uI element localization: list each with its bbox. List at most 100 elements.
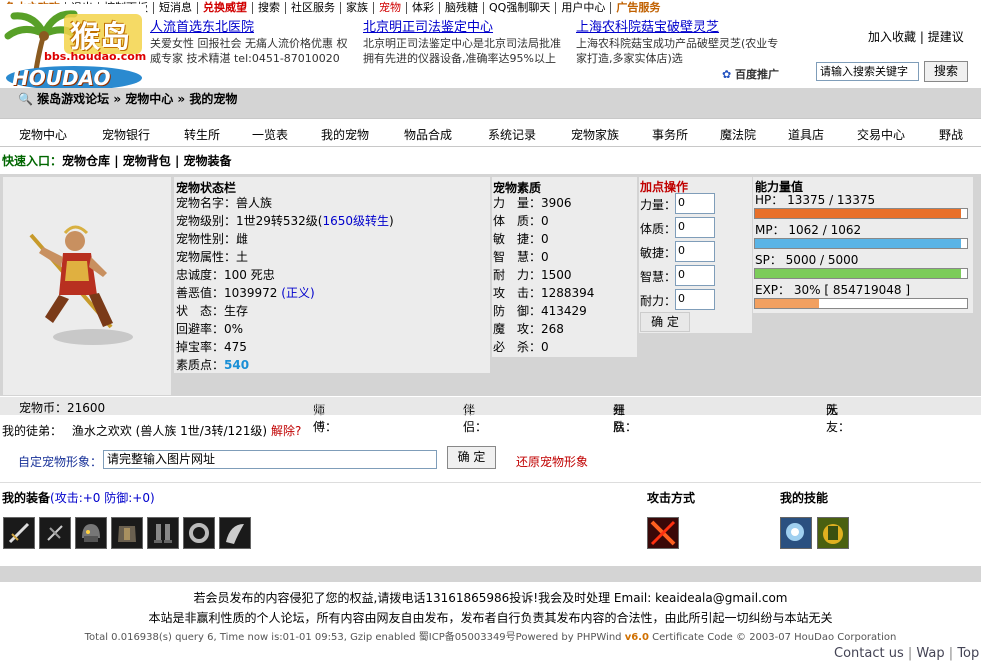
custom-image-label: 自定宠物形象： bbox=[18, 455, 103, 469]
custom-image-url-input[interactable]: 请完整输入图片网址 bbox=[103, 450, 437, 469]
sword-icon[interactable] bbox=[3, 517, 35, 549]
wap-link[interactable]: Wap bbox=[916, 646, 944, 661]
quick-equipment[interactable]: 宠物装备 bbox=[184, 154, 232, 168]
add-favorite-link[interactable]: 加入收藏 bbox=[868, 30, 916, 44]
menu-ad-service[interactable]: 广告服务 bbox=[610, 2, 665, 14]
add-strength-input[interactable]: 0 bbox=[675, 193, 715, 214]
quick-backpack[interactable]: 宠物背包 bbox=[123, 154, 171, 168]
status-karma: 善恶值：1039972 (正义) bbox=[176, 284, 315, 302]
add-endurance-label: 耐力： bbox=[640, 294, 677, 308]
karma-link[interactable]: (正义) bbox=[281, 286, 314, 300]
quality-strength: 力 量：3906 bbox=[493, 196, 572, 210]
pet-info-row: 宠物币：21600 师傅：无 伴侣：无 组队： 开启 队友：无 bbox=[0, 397, 981, 434]
ad-block-1[interactable]: 人流首选东北医院 关爱女性 回报社会 无痛人流价格优惠 权威专家 技术精湛 te… bbox=[150, 20, 355, 66]
custom-image-confirm-button[interactable]: 确 定 bbox=[447, 446, 496, 469]
quality-agility: 敏 捷：0 bbox=[493, 232, 549, 246]
quality-endurance: 耐 力：1500 bbox=[493, 268, 572, 282]
add-confirm-button[interactable]: 确 定 bbox=[640, 312, 690, 332]
ad-desc: 上海农科院菇宝成功产品破壁灵芝(农业专家打造,多家实体店)选 bbox=[576, 37, 779, 65]
add-wisdom-input[interactable]: 0 bbox=[675, 265, 715, 286]
breadcrumb-text[interactable]: 猴岛游戏论坛 » 宠物中心 » 我的宠物 bbox=[37, 92, 237, 106]
nav-pet-family[interactable]: 宠物家族 bbox=[571, 126, 619, 143]
buff-skill-icon[interactable] bbox=[817, 517, 849, 549]
nav-magic-hall[interactable]: 魔法院 bbox=[720, 126, 756, 143]
status-points: 素质点：540 bbox=[176, 356, 249, 374]
nav-my-pet[interactable]: 我的宠物 bbox=[321, 126, 369, 143]
ring-icon[interactable] bbox=[183, 517, 215, 549]
add-agility-input[interactable]: 0 bbox=[675, 241, 715, 262]
exp-bar bbox=[754, 298, 968, 309]
menu-search[interactable]: 搜索 bbox=[252, 2, 285, 14]
status-name: 宠物名字：兽人族 bbox=[176, 196, 273, 210]
sp-label: SP： 5000 / 5000 bbox=[755, 253, 859, 267]
footer-disclaimer: 本站是非赢利性质的个人论坛，所有内容由网友自由发布，发布者自行负责其发布内容的合… bbox=[148, 611, 833, 625]
rebirth-level-link[interactable]: 1650级转生 bbox=[323, 214, 390, 228]
menu-pet[interactable]: 宠物 bbox=[373, 2, 406, 14]
nav-synthesis[interactable]: 物品合成 bbox=[404, 126, 452, 143]
quick-warehouse[interactable]: 宠物仓库 bbox=[62, 154, 110, 168]
menu-candy[interactable]: 脑残糖 bbox=[439, 2, 483, 14]
menu-family[interactable]: 家族 bbox=[340, 2, 373, 14]
quality-physique: 体 质：0 bbox=[493, 214, 549, 228]
add-endurance-input[interactable]: 0 bbox=[675, 289, 715, 310]
helmet-icon[interactable] bbox=[75, 517, 107, 549]
ice-skill-icon[interactable] bbox=[780, 517, 812, 549]
baidu-promo[interactable]: ✿ 百度推广 bbox=[722, 66, 779, 82]
top-link[interactable]: Top bbox=[957, 646, 979, 661]
apprentice-row: 我的徒弟： 渔水之欢欢 (兽人族 1世/3转/121级) 解除? bbox=[2, 422, 301, 439]
hp-bar-fill bbox=[755, 209, 961, 218]
search-button[interactable]: 搜索 bbox=[924, 61, 968, 82]
nav-field-battle[interactable]: 野战 bbox=[939, 126, 963, 143]
equipment-header: 我的装备(攻击:+0 防御:+0) bbox=[2, 489, 155, 506]
ad-title[interactable]: 人流首选东北医院 bbox=[150, 20, 355, 36]
wing-icon[interactable] bbox=[219, 517, 251, 549]
mp-label: MP： 1062 / 1062 bbox=[755, 223, 862, 237]
menu-qq-chat[interactable]: QQ强制聊天 bbox=[483, 2, 555, 14]
points-value: 540 bbox=[224, 358, 250, 372]
mp-bar bbox=[754, 238, 968, 249]
menu-exchange[interactable]: 兑换威望 bbox=[197, 2, 252, 14]
add-wisdom-label: 智慧： bbox=[640, 270, 677, 284]
add-points-box: 加点操作 力量： 0 体质： 0 敏捷： 0 智慧： 0 耐力： 0 确 定 bbox=[639, 177, 752, 333]
suggest-link[interactable]: 提建议 bbox=[928, 30, 964, 44]
nav-trade-center[interactable]: 交易中心 bbox=[857, 126, 905, 143]
search-icon: 🔍 bbox=[18, 92, 33, 106]
nav-pet-bank[interactable]: 宠物银行 bbox=[102, 126, 150, 143]
add-physique-input[interactable]: 0 bbox=[675, 217, 715, 238]
search-input[interactable]: 请输入搜索关键字 bbox=[816, 62, 919, 81]
status-loyalty: 忠诚度：100 死忠 bbox=[176, 268, 275, 282]
nav-rebirth[interactable]: 转生所 bbox=[184, 126, 220, 143]
menu-lottery[interactable]: 体彩 bbox=[406, 2, 439, 14]
contact-us-link[interactable]: Contact us bbox=[834, 646, 904, 661]
status-level: 宠物级别：1世29转532级(1650级转生) bbox=[176, 212, 394, 230]
ad-title[interactable]: 北京明正司法鉴定中心 bbox=[363, 20, 568, 36]
partner-value: 无 bbox=[463, 403, 476, 417]
footer-separator: | bbox=[907, 646, 913, 661]
fire-attack-icon[interactable] bbox=[647, 517, 679, 549]
attack-title: 攻击方式 bbox=[647, 491, 696, 505]
equipment-stats: (攻击:+0 防御:+0) bbox=[50, 491, 155, 505]
release-apprentice-link[interactable]: 解除? bbox=[271, 424, 301, 438]
ad-title[interactable]: 上海农科院菇宝破壁灵芝 bbox=[576, 20, 781, 36]
monkey-king-figure-icon bbox=[29, 225, 133, 345]
team-value[interactable]: 开启 bbox=[613, 401, 625, 435]
exp-bar-fill bbox=[755, 299, 819, 308]
site-logo[interactable]: 猴岛 bbs.houdao.com HOUDAO bbox=[4, 4, 146, 90]
ad-block-2[interactable]: 北京明正司法鉴定中心 北京明正司法鉴定中心是北京司法局批准 拥有先进的仪器设备,… bbox=[363, 20, 568, 66]
pet-avatar bbox=[3, 177, 171, 395]
dagger-icon[interactable] bbox=[39, 517, 71, 549]
menu-messages[interactable]: 短消息 bbox=[153, 2, 197, 14]
boots-icon[interactable] bbox=[147, 517, 179, 549]
footer-copyright: Certificate Code © 2003-07 HouDao Corpor… bbox=[648, 632, 897, 643]
menu-community[interactable]: 社区服务 bbox=[285, 2, 340, 14]
nav-overview[interactable]: 一览表 bbox=[252, 126, 288, 143]
restore-image-link[interactable]: 还原宠物形象 bbox=[516, 453, 588, 470]
nav-pet-center[interactable]: 宠物中心 bbox=[19, 126, 67, 143]
nav-office[interactable]: 事务所 bbox=[652, 126, 688, 143]
ad-block-3[interactable]: 上海农科院菇宝破壁灵芝 上海农科院菇宝成功产品破壁灵芝(农业专家打造,多家实体店… bbox=[576, 20, 781, 66]
nav-item-shop[interactable]: 道具店 bbox=[788, 126, 824, 143]
breadcrumb: 🔍 猴岛游戏论坛 » 宠物中心 » 我的宠物 bbox=[18, 90, 237, 107]
menu-user-center[interactable]: 用户中心 bbox=[555, 2, 610, 14]
nav-system-log[interactable]: 系统记录 bbox=[488, 126, 536, 143]
armor-icon[interactable] bbox=[111, 517, 143, 549]
